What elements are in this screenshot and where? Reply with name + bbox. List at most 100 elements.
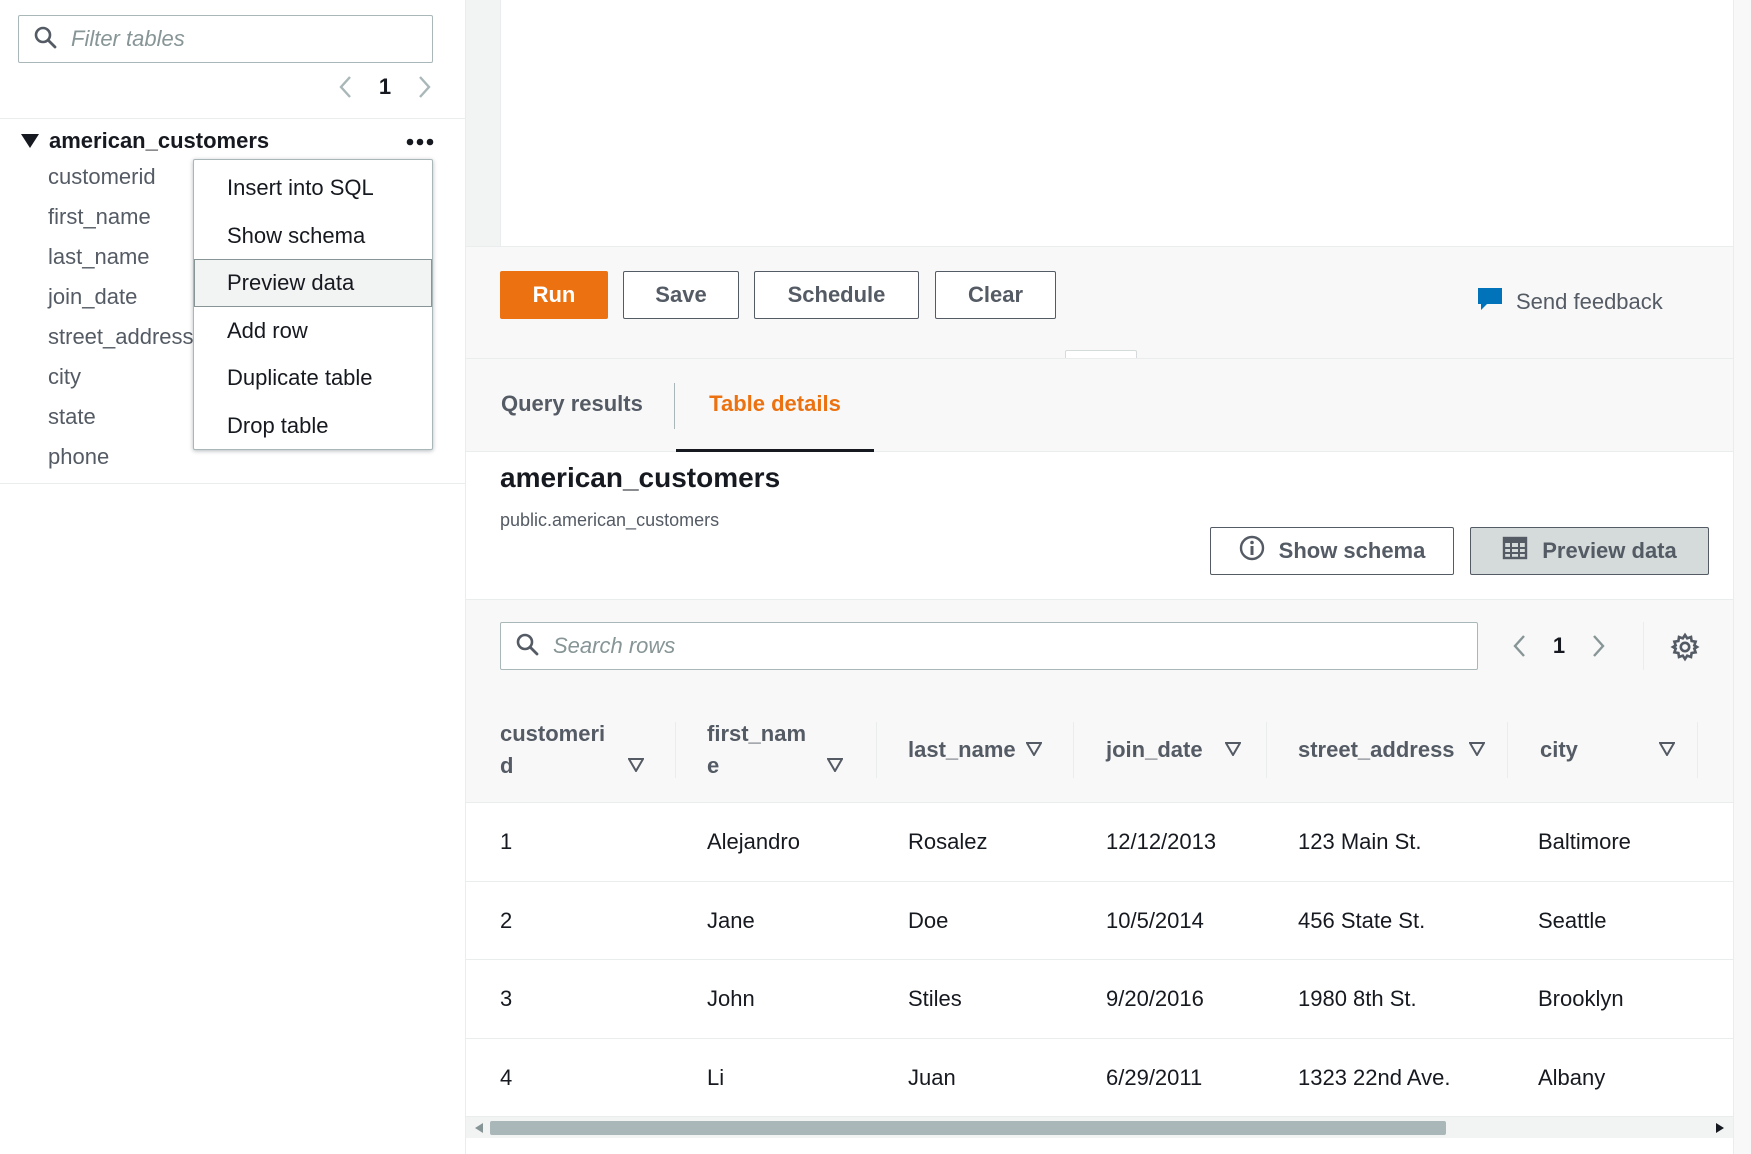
cell-customerid[interactable]: 2 xyxy=(500,882,512,960)
cell-first-name[interactable]: Alejandro xyxy=(707,803,800,881)
column-separator[interactable] xyxy=(876,722,877,778)
table-row[interactable]: 3 John Stiles 9/20/2016 1980 8th St. Bro… xyxy=(466,960,1733,1039)
clear-button[interactable]: Clear xyxy=(935,271,1056,319)
table-context-menu: Insert into SQL Show schema Preview data… xyxy=(193,159,433,450)
cell-city[interactable]: Albany xyxy=(1538,1039,1605,1117)
table-row[interactable]: 1 Alejandro Rosalez 12/12/2013 123 Main … xyxy=(466,803,1733,882)
sort-down-icon[interactable] xyxy=(827,758,843,772)
filter-tables-box[interactable] xyxy=(18,15,433,63)
cell-city[interactable]: Seattle xyxy=(1538,882,1607,960)
sort-down-icon[interactable] xyxy=(1659,742,1675,756)
results-tabs: Query results Table details xyxy=(466,359,1733,452)
cell-city[interactable]: Brooklyn xyxy=(1538,960,1624,1038)
cell-join-date[interactable]: 12/12/2013 xyxy=(1106,803,1216,881)
chevron-right-icon[interactable] xyxy=(1585,629,1611,663)
column-header-customerid[interactable]: customerid xyxy=(500,696,650,803)
column-header-last-name[interactable]: last_name xyxy=(908,696,1068,803)
cell-street-address[interactable]: 456 State St. xyxy=(1298,882,1425,960)
cell-last-name[interactable]: Doe xyxy=(908,882,948,960)
gear-icon[interactable] xyxy=(1670,632,1700,662)
scroll-right-icon[interactable] xyxy=(1715,1122,1725,1134)
current-page-number[interactable]: 1 xyxy=(1533,633,1585,659)
chevron-left-icon[interactable] xyxy=(333,70,359,104)
search-rows-box[interactable] xyxy=(500,622,1478,670)
column-item[interactable]: join_date xyxy=(48,277,194,317)
column-item[interactable]: customerid xyxy=(48,157,194,197)
sort-down-icon[interactable] xyxy=(1225,742,1241,756)
save-button[interactable]: Save xyxy=(623,271,739,319)
table-row[interactable]: 2 Jane Doe 10/5/2014 456 State St. Seatt… xyxy=(466,881,1733,960)
cell-street-address[interactable]: 1980 8th St. xyxy=(1298,960,1417,1038)
column-header-join-date[interactable]: join_date xyxy=(1106,696,1266,803)
menu-item-preview-data[interactable]: Preview data xyxy=(194,259,432,307)
cell-last-name[interactable]: Stiles xyxy=(908,960,962,1038)
cell-customerid[interactable]: 3 xyxy=(500,960,512,1038)
column-separator[interactable] xyxy=(1697,722,1698,778)
table-row[interactable]: 4 Li Juan 6/29/2011 1323 22nd Ave. Alban… xyxy=(466,1038,1733,1117)
cell-customerid[interactable]: 1 xyxy=(500,803,512,881)
cell-first-name[interactable]: Jane xyxy=(707,882,755,960)
row-search-bar: 1 xyxy=(466,600,1733,696)
cell-join-date[interactable]: 10/5/2014 xyxy=(1106,882,1204,960)
filter-tables-input[interactable] xyxy=(71,26,411,52)
chevron-right-icon[interactable] xyxy=(411,70,437,104)
divider xyxy=(1643,622,1644,670)
scroll-left-icon[interactable] xyxy=(474,1122,484,1134)
menu-item-duplicate-table[interactable]: Duplicate table xyxy=(194,354,432,402)
search-rows-input[interactable] xyxy=(553,633,1453,659)
schedule-button[interactable]: Schedule xyxy=(754,271,919,319)
column-item[interactable]: last_name xyxy=(48,237,194,277)
vertical-scrollbar[interactable] xyxy=(1733,0,1751,1154)
caret-down-icon[interactable] xyxy=(20,133,40,149)
table-actions-button[interactable] xyxy=(404,127,436,157)
column-header-street-address[interactable]: street_address xyxy=(1298,696,1498,803)
run-button[interactable]: Run xyxy=(500,271,608,319)
tab-table-details[interactable]: Table details xyxy=(676,359,874,452)
cell-first-name[interactable]: Li xyxy=(707,1039,724,1117)
cell-city[interactable]: Baltimore xyxy=(1538,803,1631,881)
horizontal-scrollbar[interactable] xyxy=(466,1116,1733,1138)
column-header-label: city xyxy=(1540,736,1578,762)
column-separator[interactable] xyxy=(1507,722,1508,778)
show-schema-button[interactable]: Show schema xyxy=(1210,527,1454,575)
search-icon xyxy=(515,632,539,661)
menu-item-show-schema[interactable]: Show schema xyxy=(194,212,432,260)
column-separator[interactable] xyxy=(1073,722,1074,778)
results-panel: Query results Table details american_cus… xyxy=(466,358,1733,1154)
chevron-left-icon[interactable] xyxy=(1507,629,1533,663)
table-tree-node[interactable]: american_customers xyxy=(20,128,269,154)
cell-street-address[interactable]: 1323 22nd Ave. xyxy=(1298,1039,1451,1117)
cell-first-name[interactable]: John xyxy=(707,960,755,1038)
sort-down-icon[interactable] xyxy=(1469,742,1485,756)
column-item[interactable]: state xyxy=(48,397,194,437)
menu-item-add-row[interactable]: Add row xyxy=(194,307,432,355)
table-name[interactable]: american_customers xyxy=(49,128,269,154)
sort-down-icon[interactable] xyxy=(1026,742,1042,756)
column-separator[interactable] xyxy=(675,722,676,778)
column-item[interactable]: street_address xyxy=(48,317,194,357)
menu-item-insert-into-sql[interactable]: Insert into SQL xyxy=(194,164,432,212)
cell-customerid[interactable]: 4 xyxy=(500,1039,512,1117)
column-item[interactable]: first_name xyxy=(48,197,194,237)
column-header-first-name[interactable]: first_name xyxy=(707,696,867,803)
cell-join-date[interactable]: 6/29/2011 xyxy=(1106,1039,1202,1117)
column-item[interactable]: phone xyxy=(48,437,194,477)
send-feedback-link[interactable]: Send feedback xyxy=(1476,285,1663,319)
menu-item-drop-table[interactable]: Drop table xyxy=(194,402,432,450)
sort-down-icon[interactable] xyxy=(628,758,644,772)
table-icon xyxy=(1502,535,1542,567)
cell-last-name[interactable]: Juan xyxy=(908,1039,956,1117)
current-page-number[interactable]: 1 xyxy=(359,74,411,100)
scrollbar-thumb[interactable] xyxy=(490,1121,1446,1135)
cell-last-name[interactable]: Rosalez xyxy=(908,803,987,881)
column-separator[interactable] xyxy=(1266,722,1267,778)
editor-toolbar: Run Save Schedule Clear Send feedback xyxy=(466,246,1733,364)
column-item[interactable]: city xyxy=(48,357,194,397)
tab-query-results[interactable]: Query results xyxy=(501,359,643,452)
preview-data-button[interactable]: Preview data xyxy=(1470,527,1709,575)
cell-join-date[interactable]: 9/20/2016 xyxy=(1106,960,1204,1038)
cell-street-address[interactable]: 123 Main St. xyxy=(1298,803,1422,881)
ellipsis-icon xyxy=(406,133,434,151)
sql-editor[interactable] xyxy=(500,0,1733,246)
column-header-city[interactable]: city xyxy=(1540,696,1700,803)
